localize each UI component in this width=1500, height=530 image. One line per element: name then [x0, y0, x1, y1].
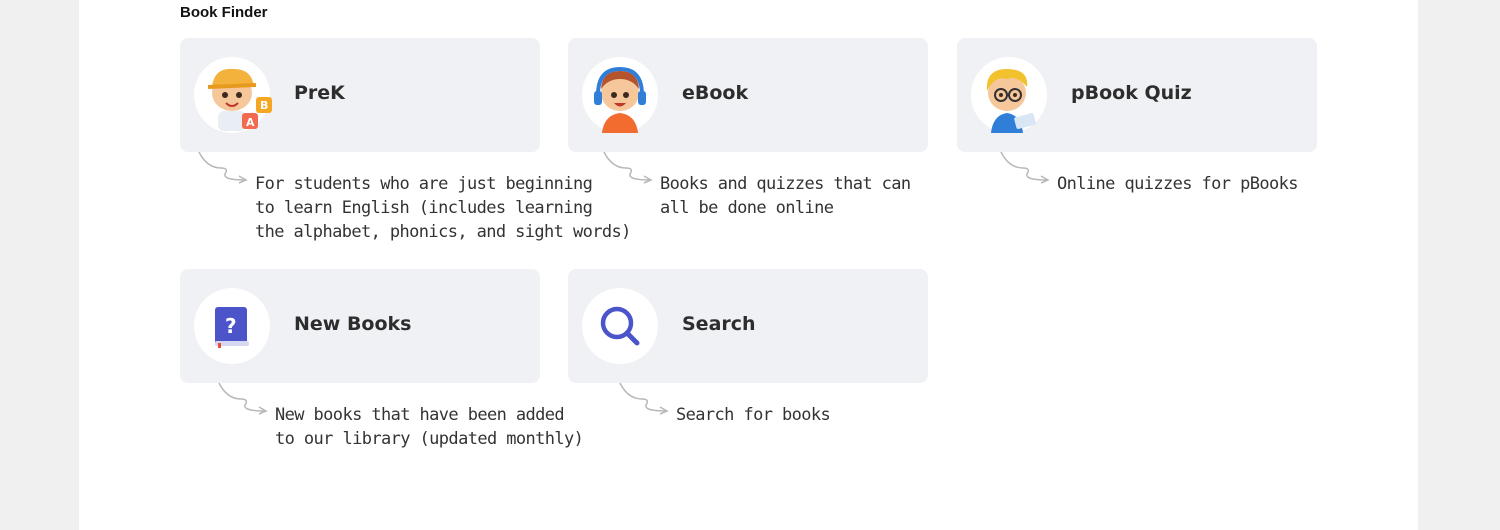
curved-arrow-icon [218, 382, 268, 415]
card-ebook[interactable]: eBook [568, 38, 928, 152]
card-label: Search [682, 313, 756, 335]
svg-text:B: B [260, 99, 268, 112]
card-description: Online quizzes for pBooks [1057, 174, 1298, 194]
child-glasses-reading-icon [971, 57, 1047, 133]
svg-text:?: ? [225, 314, 237, 338]
curved-arrow-icon [198, 151, 248, 184]
card-prek[interactable]: A B PreK [180, 38, 540, 152]
curved-arrow-icon [1000, 151, 1050, 184]
card-label: New Books [294, 313, 412, 335]
card-description: For students who are just beginning to l… [255, 174, 631, 242]
question-book-icon: ? [194, 288, 270, 364]
card-label: eBook [682, 82, 749, 104]
card-label: pBook Quiz [1071, 82, 1192, 104]
svg-text:A: A [246, 116, 255, 129]
card-description: Books and quizzes that can all be done o… [660, 174, 911, 218]
card-description: New books that have been added to our li… [275, 405, 584, 449]
card-description: Search for books [676, 405, 831, 425]
card-search[interactable]: Search [568, 269, 928, 383]
card-label: PreK [294, 82, 345, 104]
magnifier-icon [582, 288, 658, 364]
curved-arrow-icon [603, 151, 653, 184]
child-abc-blocks-icon: A B [194, 57, 272, 133]
section-title: Book Finder [180, 4, 268, 21]
card-pbook-quiz[interactable]: pBook Quiz [957, 38, 1317, 152]
card-new-books[interactable]: ? New Books [180, 269, 540, 383]
curved-arrow-icon [619, 382, 669, 415]
child-headphones-icon [582, 57, 658, 133]
